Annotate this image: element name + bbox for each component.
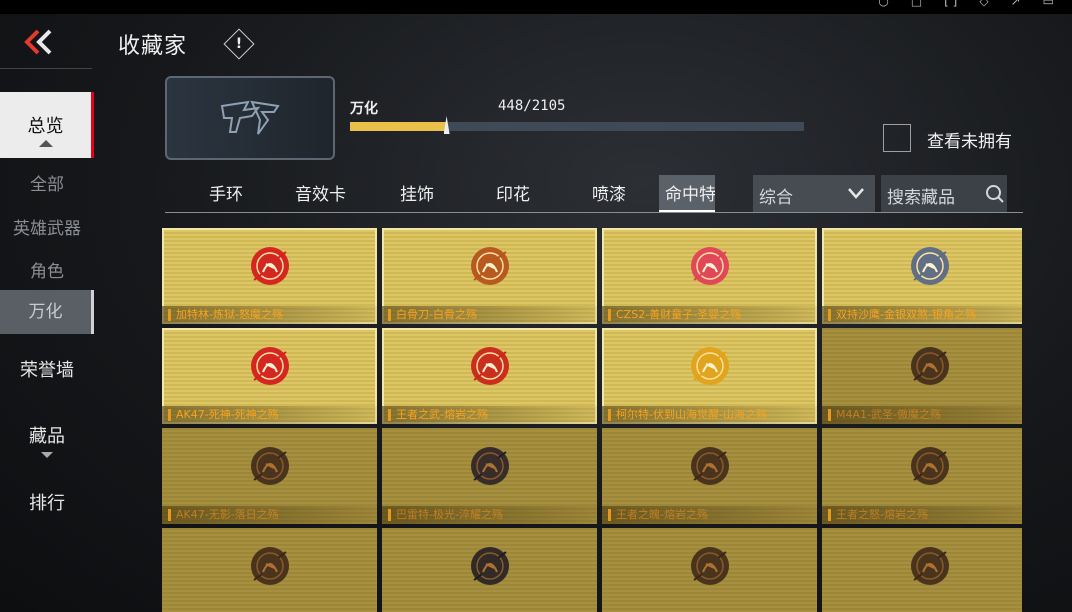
aurora-emblem — [470, 447, 509, 486]
exclamation-icon: ! — [235, 36, 243, 52]
collection-emblem — [165, 76, 335, 160]
silver-horn-emblem — [910, 247, 949, 286]
collection-card[interactable]: CZS2-善财童子-圣婴之殇 — [602, 228, 817, 324]
card-name: 柯尔特-伏到山海觉醒-山海之殇 — [616, 408, 767, 421]
card-name: 王者之怒-熔岩之殇 — [836, 508, 928, 521]
locked-emblem — [690, 547, 729, 586]
page-title: 收藏家 — [118, 34, 188, 59]
tab-bracelet[interactable]: 手环 — [209, 180, 243, 205]
search-icon[interactable] — [985, 184, 1005, 204]
collection-name: 万化 — [350, 101, 378, 117]
sort-dropdown[interactable]: 综合 — [753, 175, 875, 212]
collection-card[interactable]: 巴雷特-极光-淬耀之殇 — [382, 428, 597, 524]
sidebar-item-overview[interactable]: 总览 — [0, 92, 94, 158]
caret-down-icon — [41, 452, 53, 458]
shield-icon[interactable]: ◇ — [979, 0, 988, 8]
card-name: 双持沙鹰-金银双煞-银角之殇 — [836, 308, 976, 321]
collection-card[interactable] — [602, 528, 817, 612]
collection-card[interactable] — [162, 528, 377, 612]
category-tabs: 手环 音效卡 挂饰 印花 喷漆 命中特 综合 搜索藏品 — [165, 175, 1023, 213]
collection-card[interactable]: 白骨刀-白骨之殇 — [382, 228, 597, 324]
sort-dropdown-value: 综合 — [759, 188, 793, 208]
tab-spray[interactable]: 喷漆 — [592, 180, 626, 205]
card-name: 白骨刀-白骨之殇 — [396, 308, 477, 321]
minimize-icon[interactable]: ▭ — [1043, 0, 1054, 8]
tab-sticker[interactable]: 印花 — [496, 180, 530, 205]
divider — [0, 68, 92, 69]
collection-card[interactable]: 王者之怒-熔岩之殇 — [822, 428, 1022, 524]
collection-card[interactable]: AK47-死神-死神之殇 — [162, 328, 377, 424]
collection-card[interactable] — [822, 528, 1022, 612]
tab-hit-effect[interactable]: 命中特 — [659, 175, 715, 212]
info-button[interactable]: ! — [223, 28, 255, 60]
search-placeholder: 搜索藏品 — [887, 188, 955, 208]
locked-emblem — [250, 547, 289, 586]
card-name: AK47-无影-落日之殇 — [176, 508, 279, 521]
collection-card[interactable]: 柯尔特-伏到山海觉醒-山海之殇 — [602, 328, 817, 424]
caret-up-icon — [38, 140, 53, 147]
progress-bar — [350, 116, 804, 134]
sunset-emblem — [250, 447, 289, 486]
red-demon-emblem — [250, 247, 289, 286]
wings-logo-icon — [220, 100, 280, 135]
sidebar-item-ranking[interactable]: 排行 — [0, 489, 94, 515]
mountain-sea-emblem — [690, 347, 729, 386]
show-unowned-label: 查看未拥有 — [927, 132, 1012, 152]
card-name: CZS2-善财童子-圣婴之殇 — [616, 308, 742, 321]
collection-card[interactable] — [382, 528, 597, 612]
sidebar-sub-wanhua[interactable]: 万化 — [0, 290, 94, 334]
collection-count: 448/2105 — [498, 98, 566, 114]
collection-card[interactable]: AK47-无影-落日之殇 — [162, 428, 377, 524]
martial-saint-emblem — [910, 347, 949, 386]
collection-grid: 加特林-炼狱-怒魔之殇 白骨刀-白骨之殇 CZS2-善财童子-圣婴之殇 双持沙鹰-金银… — [162, 228, 1022, 612]
card-name: 巴雷特-极光-淬耀之殇 — [396, 508, 503, 521]
show-unowned-checkbox[interactable] — [883, 124, 911, 152]
window-controls: ○ □ [ ] ◇ ↗ ▭ — [878, 0, 1054, 8]
collection-card[interactable]: 王者之武-熔岩之殇 — [382, 328, 597, 424]
locked-emblem — [910, 547, 949, 586]
collection-card[interactable]: 加特林-炼狱-怒魔之殇 — [162, 228, 377, 324]
rage-lava-emblem — [910, 447, 949, 486]
card-name: 加特林-炼狱-怒魔之殇 — [176, 308, 283, 321]
search-input[interactable]: 搜索藏品 — [881, 175, 1007, 212]
progress-bar-fill — [350, 122, 447, 131]
sidebar-sub-hero-weapons[interactable]: 英雄武器 — [0, 214, 94, 239]
chevron-down-icon — [848, 188, 864, 199]
card-name: AK47-死神-死神之殇 — [176, 408, 279, 421]
settings-icon[interactable]: □ — [911, 0, 922, 8]
help-icon[interactable]: ○ — [878, 0, 888, 8]
sidebar-sub-characters[interactable]: 角色 — [0, 257, 94, 282]
sidebar-item-honor-wall[interactable]: 荣誉墙 — [0, 356, 94, 382]
collection-card[interactable]: M4A1-武圣-傲魔之殇 — [822, 328, 1022, 424]
sidebar-item-label: 藏品 — [29, 426, 65, 447]
collection-card[interactable]: 王者之魄-熔岩之殇 — [602, 428, 817, 524]
tab-sound-card[interactable]: 音效卡 — [295, 180, 346, 205]
bone-blade-emblem — [470, 247, 509, 286]
collection-card[interactable]: 双持沙鹰-金银双煞-银角之殇 — [822, 228, 1022, 324]
lava-emblem — [470, 347, 509, 386]
window-top-bar: ○ □ [ ] ◇ ↗ ▭ — [0, 0, 1072, 14]
card-name: 王者之魄-熔岩之殇 — [616, 508, 708, 521]
soul-lava-emblem — [690, 447, 729, 486]
sidebar-item-label: 总览 — [27, 116, 64, 137]
collection-progress-panel: 万化 448/2105 查看未拥有 — [165, 76, 1022, 160]
fullscreen-icon[interactable]: [ ] — [944, 0, 957, 8]
card-name: M4A1-武圣-傲魔之殇 — [836, 408, 941, 421]
tab-pendant[interactable]: 挂饰 — [400, 180, 434, 205]
share-icon[interactable]: ↗ — [1011, 0, 1021, 8]
double-chevron-left-icon — [24, 29, 52, 55]
crown-emblem — [690, 247, 729, 286]
sidebar-item-collectibles[interactable]: 藏品 — [0, 422, 94, 458]
reaper-emblem — [250, 347, 289, 386]
locked-emblem — [470, 547, 509, 586]
back-button[interactable] — [22, 26, 56, 58]
card-name: 王者之武-熔岩之殇 — [396, 408, 488, 421]
sidebar-sub-all[interactable]: 全部 — [0, 170, 94, 195]
